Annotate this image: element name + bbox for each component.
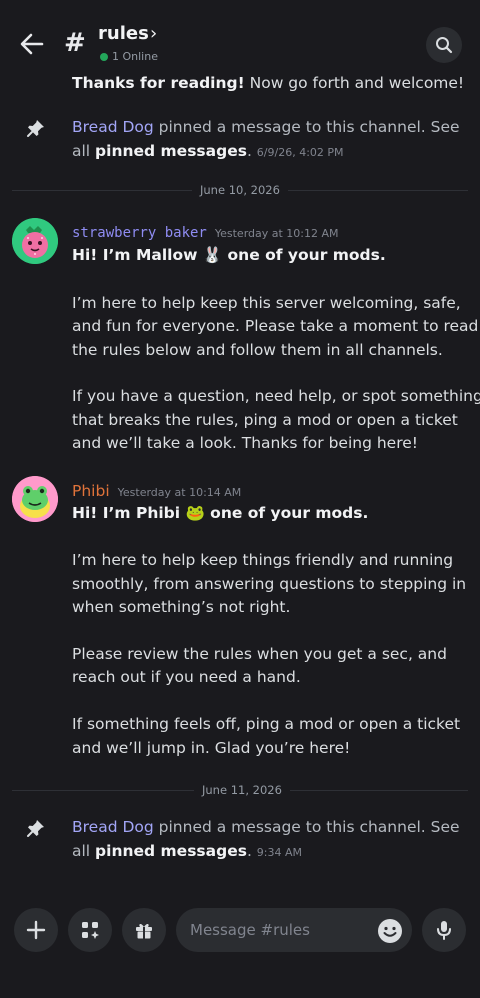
system-timestamp: 6/9/26, 4:02 PM (256, 146, 344, 159)
message-line: reach out if you need a hand. (72, 668, 301, 686)
plus-icon (26, 920, 46, 940)
back-arrow-icon[interactable] (18, 30, 46, 58)
voice-message-button[interactable] (422, 908, 466, 952)
system-message: Bread Dog pinned a message to this chann… (72, 118, 460, 136)
emoji-icon[interactable] (376, 917, 404, 945)
avatar[interactable] (12, 476, 58, 522)
message-line: that breaks the rules, ping a mod or ope… (72, 411, 458, 429)
username[interactable]: strawberry baker (72, 225, 207, 241)
online-status-dot (100, 53, 108, 61)
message-line: If something feels off, ping a mod or op… (72, 715, 461, 733)
pin-icon (27, 120, 44, 137)
pin-icon (27, 820, 44, 837)
apps-icon (82, 922, 99, 939)
message-title: Hi! I’m Mallow 🐰 one of your mods. (72, 246, 386, 264)
search-button[interactable] (426, 27, 462, 63)
pinned-messages-link[interactable]: pinned messages (95, 842, 247, 860)
chevron-right-icon[interactable]: › (150, 22, 157, 46)
message-line: Please review the rules when you get a s… (72, 645, 447, 663)
message-line: and fun for everyone. Please take a mome… (72, 317, 479, 335)
user-mention[interactable]: Bread Dog (72, 818, 154, 836)
message-header: Phibi Yesterday at 10:14 AM (72, 481, 241, 501)
message-timestamp: Yesterday at 10:12 AM (214, 227, 339, 240)
message-line: I’m here to help keep things friendly an… (72, 551, 454, 569)
channel-name[interactable]: rules (98, 22, 149, 46)
frog-emoji: 🐸 (185, 504, 205, 522)
date-divider-label: June 11, 2026 (194, 782, 290, 798)
add-attachment-button[interactable] (14, 908, 58, 952)
message-header: strawberry baker Yesterday at 10:12 AM (72, 222, 339, 243)
apps-button[interactable] (68, 908, 112, 952)
system-message-cont: all pinned messages. 9:34 AM (72, 842, 303, 860)
gift-button[interactable] (122, 908, 166, 952)
username[interactable]: Phibi (72, 482, 110, 500)
system-timestamp: 9:34 AM (256, 846, 303, 859)
online-count: 1 Online (112, 50, 158, 63)
message-line: If you have a question, need help, or sp… (72, 387, 480, 405)
message-line: and we’ll take a look. Thanks for being … (72, 434, 419, 452)
hash-icon: # (64, 28, 86, 58)
date-divider-label: June 10, 2026 (192, 182, 288, 198)
message-composer (0, 898, 480, 962)
message-line: and we’ll jump in. Glad you’re here! (72, 739, 351, 757)
message-line: Thanks for reading! Now go forth and wel… (72, 74, 465, 92)
pinned-messages-link[interactable]: pinned messages (95, 142, 247, 160)
strawberry-avatar-icon (12, 218, 58, 264)
message-timestamp: Yesterday at 10:14 AM (117, 486, 242, 499)
avatar[interactable] (12, 218, 58, 264)
system-message-cont: all pinned messages. 6/9/26, 4:02 PM (72, 142, 344, 160)
message-line: I’m here to help keep this server welcom… (72, 294, 461, 312)
message-line: smoothly, from answering questions to st… (72, 575, 467, 593)
message-title: Hi! I’m Phibi 🐸 one of your mods. (72, 504, 369, 522)
user-mention[interactable]: Bread Dog (72, 118, 154, 136)
mic-icon (437, 921, 451, 940)
channel-header: # rules › 1 Online (0, 0, 480, 70)
message-line: when something’s not right. (72, 598, 291, 616)
frog-avatar-icon (12, 476, 58, 522)
rabbit-emoji: 🐰 (202, 246, 223, 264)
gift-icon (136, 923, 152, 939)
system-message: Bread Dog pinned a message to this chann… (72, 818, 460, 836)
message-line: the rules below and follow them in all c… (72, 341, 443, 359)
search-icon (436, 37, 453, 54)
